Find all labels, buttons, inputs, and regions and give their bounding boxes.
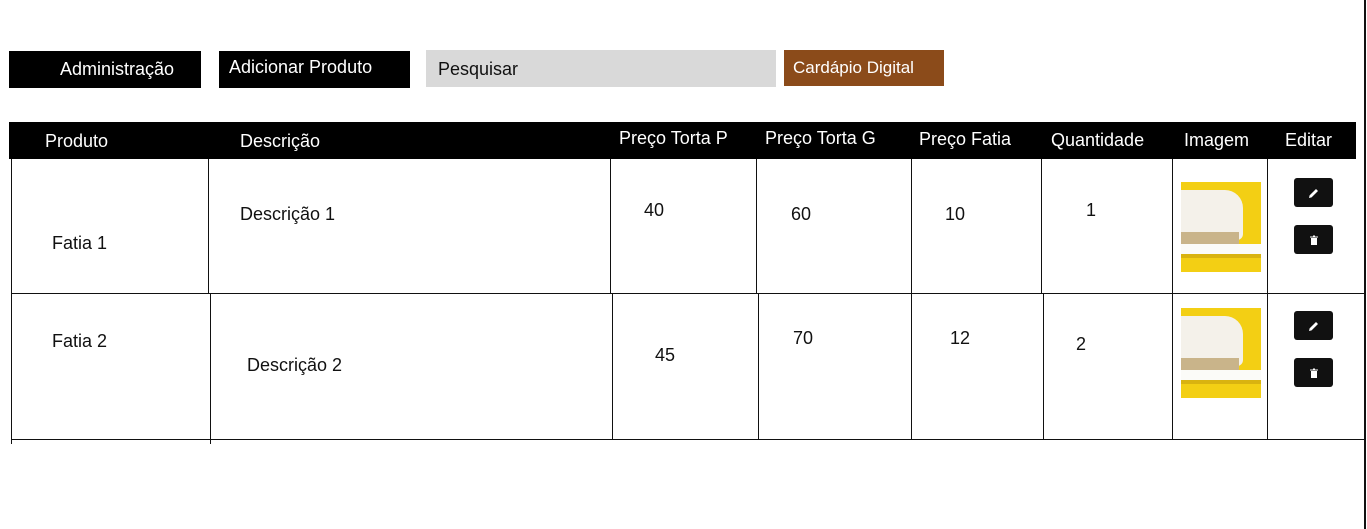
row-description: Descrição 2 [247, 355, 343, 375]
header-price-slice: Preço Fatia [919, 129, 1012, 149]
row-price-small: 40 [644, 200, 665, 220]
pencil-icon [1308, 321, 1318, 331]
page-right-border [1364, 0, 1366, 529]
row-quantity: 2 [1076, 334, 1087, 354]
admin-button[interactable]: Administração [9, 51, 201, 88]
edit-button[interactable] [1294, 178, 1333, 207]
grid-line [1267, 159, 1268, 439]
row-price-slice: 10 [945, 204, 966, 224]
grid-line [11, 159, 12, 444]
product-image [1181, 308, 1261, 398]
delete-button[interactable] [1294, 225, 1333, 254]
table-header: Produto Descrição Preço Torta P Preço To… [9, 122, 1356, 159]
trash-icon [1309, 368, 1318, 378]
pencil-icon [1308, 188, 1318, 198]
header-image: Imagem [1184, 130, 1250, 150]
grid-line [1172, 159, 1173, 439]
grid-line [911, 159, 912, 439]
row-price-large: 60 [791, 204, 812, 224]
delete-button[interactable] [1294, 358, 1333, 387]
row-divider [11, 293, 1364, 294]
header-quantity: Quantidade [1051, 130, 1145, 150]
header-price-small: Preço Torta P [619, 128, 728, 148]
grid-line [758, 294, 759, 439]
grid-line [612, 294, 613, 439]
header-edit: Editar [1285, 130, 1333, 150]
grid-line [610, 159, 611, 294]
grid-line [210, 294, 211, 444]
row-price-small: 45 [655, 345, 676, 365]
edit-button[interactable] [1294, 311, 1333, 340]
header-price-large: Preço Torta G [765, 128, 876, 148]
grid-line [1043, 294, 1044, 439]
row-product: Fatia 2 [52, 331, 108, 351]
grid-line [756, 159, 757, 294]
search-input[interactable] [426, 50, 776, 87]
row-description: Descrição 1 [240, 204, 336, 224]
row-price-slice: 12 [950, 328, 971, 348]
row-price-large: 70 [793, 328, 814, 348]
product-image [1181, 182, 1261, 272]
trash-icon [1309, 235, 1318, 245]
grid-line [208, 159, 209, 294]
header-description: Descrição [240, 131, 321, 151]
add-product-button[interactable]: Adicionar Produto [219, 51, 410, 88]
digital-menu-button[interactable]: Cardápio Digital [784, 50, 944, 86]
row-product: Fatia 1 [52, 233, 108, 253]
grid-line [1041, 159, 1042, 294]
header-product: Produto [45, 131, 109, 151]
row-divider [11, 439, 1364, 440]
row-quantity: 1 [1086, 200, 1097, 220]
